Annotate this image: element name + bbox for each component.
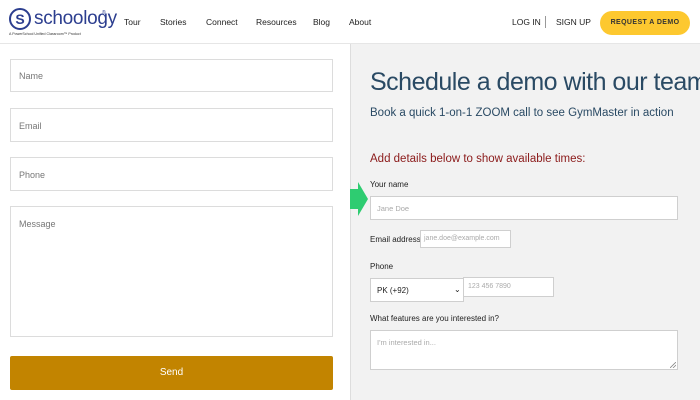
email-address-input[interactable]: jane.doe@example.com xyxy=(420,230,511,248)
chevron-down-icon: ⌄ xyxy=(454,285,461,294)
features-textarea[interactable]: I'm interested in... xyxy=(370,330,678,370)
nav-resources[interactable]: Resources xyxy=(256,17,297,27)
nav-divider xyxy=(545,16,546,28)
country-code-select[interactable]: PK (+92) ⌄ xyxy=(370,278,464,302)
message-textarea[interactable]: Message xyxy=(10,206,333,337)
phone-number-placeholder: 123 456 7890 xyxy=(468,283,511,290)
demo-subtitle: Book a quick 1-on-1 ZOOM call to see Gym… xyxy=(370,107,674,119)
send-button[interactable]: Send xyxy=(10,356,333,390)
site-header: S schoology ® A PowerSchool Unified Clas… xyxy=(0,0,700,44)
nav-tour[interactable]: Tour xyxy=(124,17,141,27)
country-code-value: PK (+92) xyxy=(377,286,409,295)
nav-connect[interactable]: Connect xyxy=(206,17,238,27)
your-name-placeholder: Jane Doe xyxy=(377,204,410,213)
logo-tagline: A PowerSchool Unified Classroom™ Product xyxy=(9,32,81,36)
logo-trademark: ® xyxy=(102,10,106,16)
name-placeholder: Name xyxy=(19,71,44,81)
nav-about[interactable]: About xyxy=(349,17,371,27)
pointer-arrow-icon xyxy=(350,182,368,216)
resize-handle-icon[interactable] xyxy=(670,362,676,368)
your-name-label: Your name xyxy=(370,180,409,189)
name-input[interactable]: Name xyxy=(10,59,333,92)
features-label: What features are you interested in? xyxy=(370,314,499,323)
message-placeholder: Message xyxy=(19,219,56,229)
nav-blog[interactable]: Blog xyxy=(313,17,330,27)
phone-placeholder: Phone xyxy=(19,170,46,180)
nav-stories[interactable]: Stories xyxy=(160,17,186,27)
logo-s-icon: S xyxy=(9,8,31,30)
phone-label: Phone xyxy=(370,262,394,271)
your-name-input[interactable]: Jane Doe xyxy=(370,196,678,220)
email-address-label: Email address xyxy=(370,235,421,244)
email-input[interactable]: Email xyxy=(10,108,333,142)
phone-number-input[interactable]: 123 456 7890 xyxy=(463,277,554,297)
demo-instruction: Add details below to show available time… xyxy=(370,153,586,165)
email-address-placeholder: jane.doe@example.com xyxy=(424,235,500,242)
schoology-logo[interactable]: S schoology ® A PowerSchool Unified Clas… xyxy=(9,8,119,40)
demo-title: Schedule a demo with our team xyxy=(370,68,700,96)
login-link[interactable]: LOG IN xyxy=(512,17,541,27)
request-demo-button[interactable]: REQUEST A DEMO xyxy=(600,11,690,35)
email-placeholder: Email xyxy=(19,121,42,131)
features-placeholder: I'm interested in... xyxy=(377,338,436,347)
signup-link[interactable]: SIGN UP xyxy=(556,17,591,27)
phone-input[interactable]: Phone xyxy=(10,157,333,191)
